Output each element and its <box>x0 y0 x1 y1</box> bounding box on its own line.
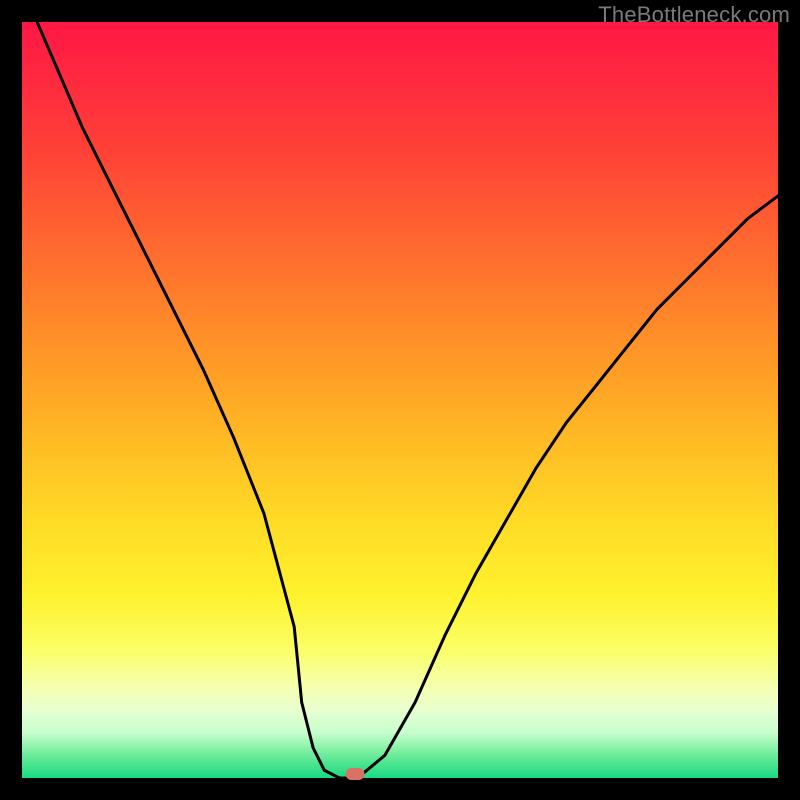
bottleneck-curve <box>22 22 778 778</box>
optimal-point-marker <box>345 768 364 780</box>
chart-plot-area <box>22 22 778 778</box>
watermark-text: TheBottleneck.com <box>598 2 790 28</box>
